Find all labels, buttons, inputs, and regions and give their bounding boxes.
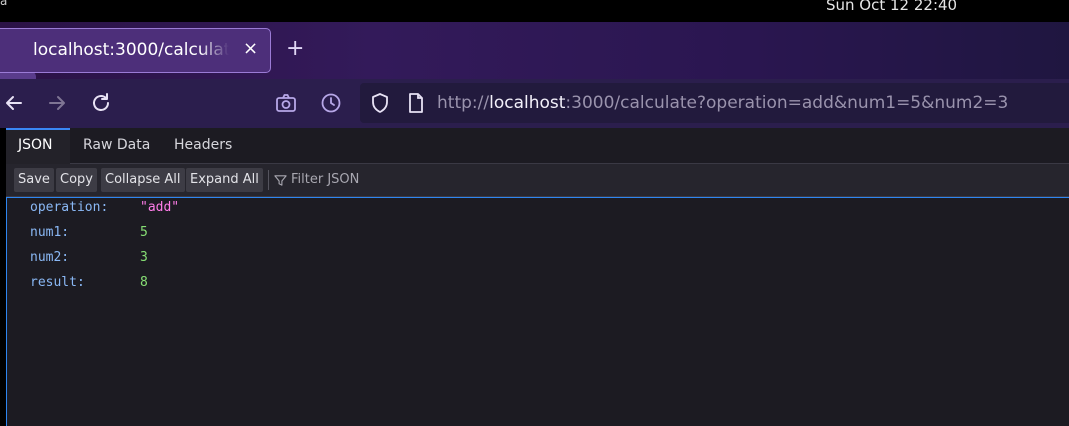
json-tree-panel xyxy=(6,197,1069,426)
json-toolbar: Save Copy Collapse All Expand All Filter… xyxy=(6,164,1069,197)
filter-json-input[interactable]: Filter JSON xyxy=(291,172,359,187)
json-key: operation: xyxy=(30,200,109,215)
json-value: 8 xyxy=(140,275,148,290)
page-icon xyxy=(409,93,423,113)
tab-json[interactable]: JSON xyxy=(6,128,70,164)
json-key: result: xyxy=(30,275,85,290)
json-value: 3 xyxy=(140,250,148,265)
url-host: localhost xyxy=(489,93,566,113)
copy-button[interactable]: Copy xyxy=(56,168,97,192)
json-key: num2: xyxy=(30,250,70,265)
json-key: num1: xyxy=(30,225,70,240)
history-icon[interactable] xyxy=(319,91,343,115)
browser-tab-active[interactable]: localhost:3000/calculate?operation=add&n… xyxy=(0,28,271,73)
url-text[interactable]: http://localhost:3000/calculate?operatio… xyxy=(437,93,1008,113)
tab-raw-data[interactable]: Raw Data xyxy=(71,128,162,164)
collapse-all-button[interactable]: Collapse All xyxy=(101,168,185,192)
filter-icon xyxy=(274,175,287,186)
tab-headers[interactable]: Headers xyxy=(162,128,244,164)
url-path: :3000/calculate?operation=add&num1=5&num… xyxy=(565,93,1009,113)
top-bar-corner-glyph: a xyxy=(0,0,8,8)
shield-icon[interactable] xyxy=(368,91,392,115)
screenshot-icon[interactable] xyxy=(274,91,298,115)
tab-strip: localhost:3000/calculate?operation=add&n… xyxy=(0,22,1069,79)
url-scheme: http:// xyxy=(437,93,490,113)
back-icon[interactable] xyxy=(2,91,26,115)
forward-icon[interactable] xyxy=(45,91,69,115)
json-value: 5 xyxy=(140,225,148,240)
system-clock[interactable]: Sun Oct 12 22:40 xyxy=(826,0,957,14)
reload-icon[interactable] xyxy=(89,91,113,115)
expand-all-button[interactable]: Expand All xyxy=(186,168,263,192)
tab-title: localhost:3000/calculate?operation=add&n… xyxy=(33,40,229,60)
close-icon[interactable]: × xyxy=(243,38,258,59)
system-top-bar: a Sun Oct 12 22:40 xyxy=(0,0,1069,22)
json-viewer-tabs: JSON Raw Data Headers xyxy=(6,128,1069,164)
json-value: "add" xyxy=(140,200,180,215)
toolbar-divider xyxy=(268,170,269,190)
save-button[interactable]: Save xyxy=(14,168,54,192)
new-tab-button[interactable]: + xyxy=(286,38,304,60)
